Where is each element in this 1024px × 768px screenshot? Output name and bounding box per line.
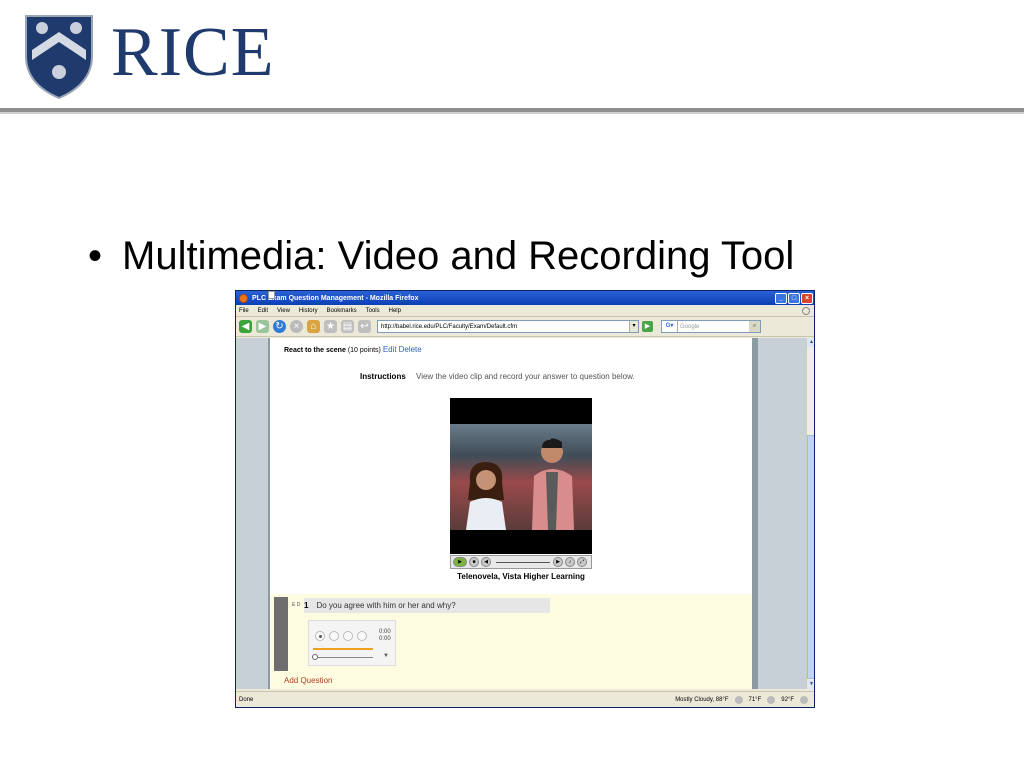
edit-link[interactable]: Edit — [383, 345, 397, 354]
record-button[interactable] — [315, 631, 325, 641]
recorder-time: 0:00 0:00 — [379, 629, 391, 643]
search-icon[interactable]: ⌕ — [749, 321, 760, 332]
weather-icon — [800, 695, 808, 704]
scroll-thumb[interactable] — [807, 435, 814, 679]
instructions: Instructions View the video clip and rec… — [360, 372, 635, 381]
reload-icon[interactable]: ↻ — [273, 320, 286, 333]
menu-help[interactable]: Help — [389, 308, 401, 314]
maximize-button[interactable]: □ — [788, 292, 800, 304]
rice-shield-logo — [25, 15, 93, 100]
exam-page: React to the scene (10 points) Edit Dele… — [268, 338, 758, 689]
video-player[interactable] — [450, 398, 592, 554]
bullet-item: • Multimedia: Video and Recording Tool — [88, 234, 794, 279]
history-icon[interactable]: ↩ — [358, 320, 371, 333]
menu-file[interactable]: File — [239, 308, 249, 314]
recorder-seek-knob[interactable] — [312, 654, 318, 660]
recording-level-bar — [313, 648, 373, 650]
page-icon — [268, 291, 275, 299]
url-bar[interactable]: http://babel.rice.edu/PLC/Faculty/Exam/D… — [268, 291, 639, 333]
recorder-menu-icon[interactable]: ▼ — [383, 653, 389, 659]
rice-wordmark: RICE — [111, 14, 275, 91]
seek-bar[interactable] — [496, 561, 550, 563]
question-sidebar — [274, 597, 288, 671]
browser-viewport: React to the scene (10 points) Edit Dele… — [236, 338, 806, 689]
react-header: React to the scene (10 points) Edit Dele… — [284, 345, 422, 354]
google-icon[interactable]: G▾ — [662, 321, 678, 332]
play-button[interactable] — [329, 631, 339, 641]
close-button[interactable]: × — [801, 292, 813, 304]
video-person-man — [532, 438, 574, 530]
recorder-seek-bar[interactable] — [313, 657, 373, 658]
menu-history[interactable]: History — [299, 308, 318, 314]
weather-low: 71°F — [748, 696, 762, 703]
vertical-scrollbar[interactable]: ▲ ▼ — [806, 338, 814, 689]
question-number: 1 — [304, 601, 309, 610]
weather-icon — [734, 695, 743, 704]
throbber-icon — [802, 306, 810, 315]
question-edit-delete[interactable]: E D — [292, 602, 300, 608]
browser-screenshot: PLC Exam Question Management - Mozilla F… — [235, 290, 815, 708]
url-text[interactable]: http://babel.rice.edu/PLC/Faculty/Exam/D… — [381, 324, 629, 330]
instructions-text: View the video clip and record your answ… — [416, 372, 635, 381]
minimize-button[interactable]: _ — [775, 292, 787, 304]
header-divider-shadow — [0, 112, 1024, 114]
play-icon[interactable]: ▶ — [453, 557, 467, 567]
url-dropdown-icon[interactable]: ▾ — [629, 321, 638, 332]
scroll-down-icon[interactable]: ▼ — [807, 680, 814, 689]
slide: RICE • Multimedia: Video and Recording To… — [0, 0, 1024, 768]
question-row: 1 Do you agree with him or her and why? — [304, 598, 550, 613]
window-title: PLC Exam Question Management - Mozilla F… — [252, 294, 419, 302]
react-title: React to the scene — [284, 347, 346, 354]
video-frame — [450, 424, 592, 530]
add-question-link[interactable]: Add Question — [284, 676, 332, 685]
rewind-icon[interactable]: ◀ — [481, 557, 491, 567]
stop-icon[interactable]: × — [290, 320, 303, 333]
weather-high: 92°F — [781, 696, 794, 703]
status-text: Done — [239, 696, 254, 703]
delete-link[interactable]: Delete — [399, 345, 422, 354]
weather-forecast: Mostly Cloudy, 88°F — [675, 696, 729, 703]
back-icon[interactable]: ◀ — [239, 320, 252, 333]
go-button[interactable]: ▶ — [642, 321, 653, 332]
menu-view[interactable]: View — [277, 308, 290, 314]
scroll-up-icon[interactable]: ▲ — [807, 338, 814, 347]
instructions-label: Instructions — [360, 372, 406, 381]
recorder-time-current: 0:00 — [379, 629, 391, 635]
home-icon[interactable]: ⌂ — [307, 320, 320, 333]
menu-bar: File Edit View History Bookmarks Tools H… — [236, 305, 814, 317]
stop-icon[interactable]: ■ — [469, 557, 479, 567]
volume-icon[interactable]: ♪ — [565, 557, 575, 567]
fullscreen-icon[interactable]: ⤢ — [577, 557, 587, 567]
video-controls: ▶ ■ ◀ ▶ ♪ ⤢ — [450, 555, 592, 569]
stop-button[interactable] — [357, 631, 367, 641]
browser-titlebar: PLC Exam Question Management - Mozilla F… — [236, 291, 814, 305]
bookmark-icon[interactable]: ★ — [324, 320, 337, 333]
search-box[interactable]: G▾ Google ⌕ — [661, 320, 761, 333]
menu-bookmarks[interactable]: Bookmarks — [327, 308, 357, 314]
print-icon[interactable]: ▤ — [341, 320, 354, 333]
question-panel: E D 1 Do you agree with him or her and w… — [270, 594, 752, 689]
bullet-dot: • — [88, 234, 103, 278]
question-text: Do you agree with him or her and why? — [316, 601, 456, 610]
firefox-icon — [239, 293, 248, 303]
react-points: (10 points) — [347, 347, 381, 354]
search-input[interactable]: Google — [678, 324, 749, 330]
navigation-toolbar: ◀ ▶ ↻ × ⌂ ★ ▤ ↩ http://babel.rice.edu/PL… — [236, 291, 814, 337]
fast-forward-icon[interactable]: ▶ — [553, 557, 563, 567]
menu-edit[interactable]: Edit — [258, 308, 268, 314]
forward-icon[interactable]: ▶ — [256, 320, 269, 333]
status-bar: Done Mostly Cloudy, 88°F 71°F 92°F — [236, 691, 814, 707]
video-caption: Telenovela, Vista Higher Learning — [457, 572, 585, 581]
menu-tools[interactable]: Tools — [366, 308, 380, 314]
recorder-time-total: 0:00 — [379, 636, 391, 642]
video-person-woman — [466, 462, 506, 530]
bullet-text: Multimedia: Video and Recording Tool — [122, 234, 795, 278]
weather-icon — [767, 695, 776, 704]
pause-button[interactable] — [343, 631, 353, 641]
audio-recorder: 0:00 0:00 ▼ — [308, 620, 396, 666]
